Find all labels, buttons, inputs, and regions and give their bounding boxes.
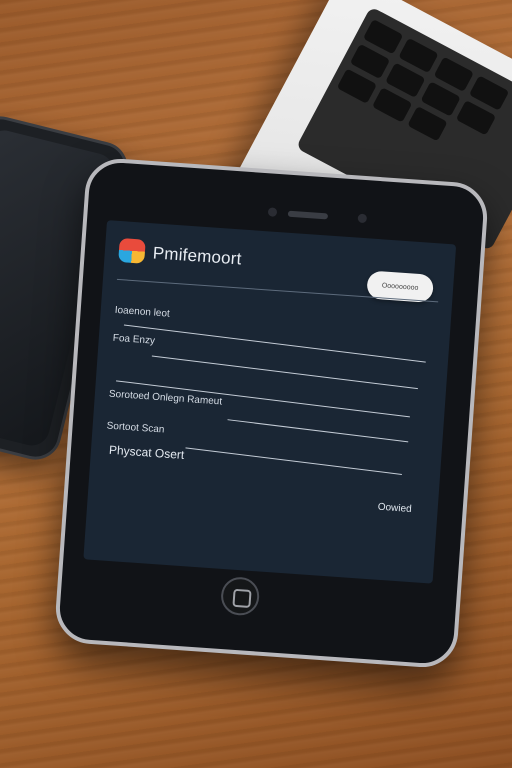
field-label: Foa Enzy: [112, 332, 156, 347]
home-icon: [232, 588, 252, 608]
field-underline: [185, 447, 402, 475]
field-label: Sortoot Scan: [106, 420, 165, 436]
field-label: Ioaenon leot: [114, 304, 171, 320]
home-button[interactable]: [219, 575, 261, 617]
app-logo-icon: [118, 237, 146, 264]
action-link[interactable]: Oowied: [377, 502, 412, 515]
front-camera-icon: [267, 207, 278, 217]
tablet-screen: Pmifemoort Ooooooooo Ioaenon leot Foa En…: [83, 220, 457, 584]
sensor-icon: [357, 213, 368, 224]
speaker-grille: [287, 210, 329, 220]
app-title: Pmifemoort: [152, 243, 243, 269]
tablet-device: Pmifemoort Ooooooooo Ioaenon leot Foa En…: [53, 156, 490, 670]
